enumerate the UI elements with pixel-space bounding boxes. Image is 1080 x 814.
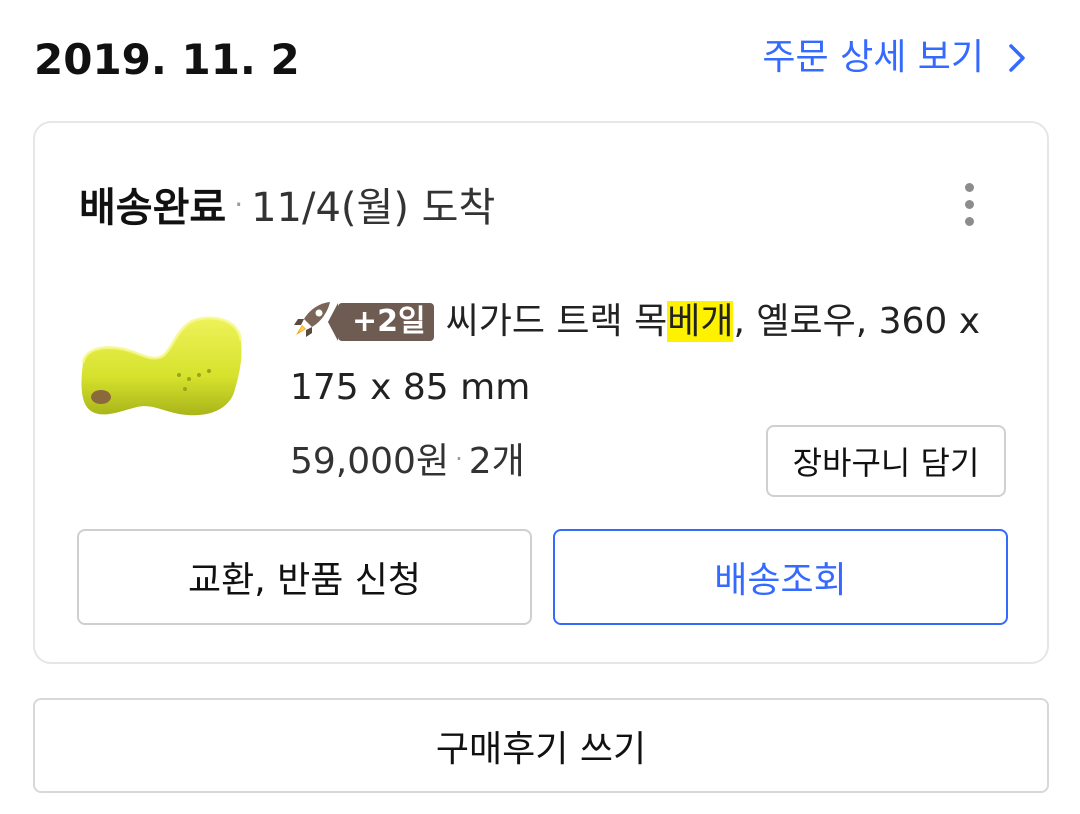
more-vertical-icon[interactable]: [959, 183, 979, 227]
price-separator: ·: [455, 445, 463, 473]
shipment-status-row: 배송완료 · 11/4(월) 도착: [79, 179, 495, 231]
order-card: 배송완료 · 11/4(월) 도착 +2일 씨가드 트랙 목베개, 옐로우, 3…: [33, 121, 1049, 664]
order-detail-link[interactable]: 주문 상세 보기: [762, 34, 1032, 82]
delivery-badge: +2일: [328, 303, 434, 341]
order-actions: 교환, 반품 신청 배송조회: [77, 529, 1008, 625]
order-date: 2019. 11. 2: [34, 35, 300, 84]
product-name[interactable]: +2일 씨가드 트랙 목베개, 옐로우, 360 x 175 x 85 mm: [290, 289, 990, 421]
product-quantity: 2개: [468, 441, 525, 482]
status-separator: ·: [234, 187, 244, 221]
order-detail-label: 주문 상세 보기: [762, 37, 984, 78]
shipment-status: 배송완료: [79, 185, 227, 231]
order-header: 2019. 11. 2 주문 상세 보기: [0, 0, 1080, 120]
add-to-cart-button[interactable]: 장바구니 담기: [766, 425, 1006, 497]
track-delivery-button[interactable]: 배송조회: [553, 529, 1008, 625]
pillow-product-image[interactable]: [75, 305, 247, 431]
write-review-button[interactable]: 구매후기 쓰기: [33, 698, 1049, 793]
exchange-return-button[interactable]: 교환, 반품 신청: [77, 529, 532, 625]
product-name-highlight: 베개: [667, 301, 734, 342]
arrival-date: 11/4(월) 도착: [251, 185, 496, 231]
product-name-start: 씨가드 트랙 목: [445, 301, 668, 342]
product-price: 59,000원: [290, 441, 450, 482]
chevron-right-icon: [1009, 44, 1025, 72]
